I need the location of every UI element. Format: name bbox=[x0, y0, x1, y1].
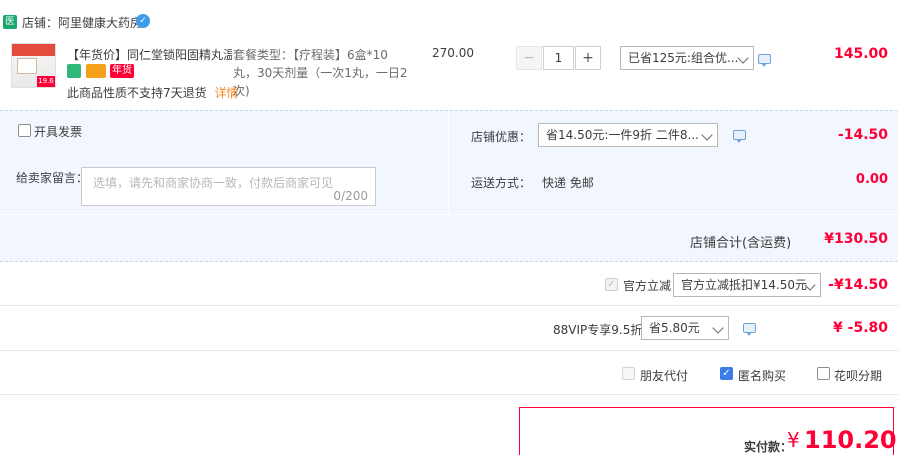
quantity-input[interactable]: 1 bbox=[543, 46, 574, 70]
comment-icon[interactable] bbox=[758, 54, 771, 67]
comment-icon[interactable] bbox=[743, 323, 756, 336]
comment-icon[interactable] bbox=[733, 130, 746, 143]
top-divider bbox=[0, 110, 898, 111]
shipping-method: 快递 免邮 bbox=[542, 176, 594, 190]
package-line-3: 次) bbox=[233, 84, 250, 98]
vip-discount-text: 省5.80元 bbox=[649, 321, 700, 335]
official-discount-amount: -¥14.50 bbox=[828, 277, 888, 293]
order-detail-panel: 开具发票 给卖家留言： 选填，请先和商家协商一致，付款后商家可见 0/200 店… bbox=[0, 110, 898, 262]
verified-badge-icon: ✓ bbox=[136, 14, 150, 28]
shop-discount-label: 店铺优惠： bbox=[471, 130, 532, 144]
increase-button[interactable]: + bbox=[575, 46, 601, 70]
shipping-amount: 0.00 bbox=[855, 172, 888, 187]
thumb-price-tag: 19.6 bbox=[37, 76, 55, 87]
invoice-label: 开具发票 bbox=[34, 125, 83, 139]
message-counter: 0/200 bbox=[333, 189, 368, 203]
official-discount-text: 官方立减抵扣¥14.50元 bbox=[681, 278, 807, 292]
section-divider bbox=[0, 214, 898, 215]
no-return-text: 此商品性质不支持7天退货 bbox=[67, 86, 207, 100]
shop-discount-amount: -14.50 bbox=[837, 127, 888, 143]
payment-currency: ¥ bbox=[787, 428, 800, 452]
decrease-button[interactable]: − bbox=[516, 46, 542, 70]
official-discount-label: 官方立减 bbox=[623, 279, 672, 293]
anonymous-checkbox[interactable]: ✓ bbox=[720, 367, 733, 380]
payment-total-value: 110.20 bbox=[804, 426, 897, 454]
unit-price: 270.00 bbox=[432, 46, 474, 60]
product-thumbnail[interactable]: 19.6 bbox=[11, 43, 56, 88]
package-info: 套餐类型：【疗程装】6盒*10 丸，30天剂量（一次1丸，一日2 次) bbox=[233, 46, 413, 100]
huabei-label: 花呗分期 bbox=[834, 369, 883, 383]
friend-pay-label: 朋友代付 bbox=[640, 369, 689, 383]
payment-total-box: 实付款： ¥ 110.20 bbox=[519, 407, 897, 455]
official-discount-select[interactable]: 官方立减抵扣¥14.50元 bbox=[673, 273, 821, 297]
card-tag-icon bbox=[86, 64, 106, 78]
shop-name-link[interactable]: 店铺：阿里健康大药房 bbox=[22, 14, 142, 31]
shop-total-label: 店铺合计(含运费) bbox=[690, 236, 792, 251]
invoice-checkbox[interactable] bbox=[18, 124, 31, 137]
shop-type-badge: 医 bbox=[3, 15, 17, 29]
package-line-2: 丸，30天剂量（一次1丸，一日2 bbox=[233, 66, 408, 80]
chevron-down-icon bbox=[701, 129, 713, 141]
friend-pay-checkbox bbox=[622, 367, 635, 380]
shipping-label: 运送方式： bbox=[471, 176, 532, 190]
official-discount-checkbox: ✓ bbox=[605, 278, 618, 291]
item-discount-text: 已省125元:组合优... bbox=[628, 51, 739, 65]
vertical-divider bbox=[448, 110, 449, 215]
no-return-notice: 此商品性质不支持7天退货 详情 bbox=[67, 84, 238, 101]
year-goods-tag: 年货 bbox=[110, 64, 134, 78]
product-title-link[interactable]: 【年货价】同仁堂锁阳固精丸温... bbox=[67, 46, 232, 63]
shop-discount-text: 省14.50元:一件9折 二件8... bbox=[546, 128, 699, 142]
thumb-red-band bbox=[12, 44, 55, 56]
official-discount-row: ✓ 官方立减 官方立减抵扣¥14.50元 -¥14.50 bbox=[0, 262, 898, 306]
vip-discount-select[interactable]: 省5.80元 bbox=[641, 316, 729, 340]
item-discount-select[interactable]: 已省125元:组合优... bbox=[620, 46, 754, 70]
anonymous-label: 匿名购买 bbox=[738, 369, 787, 383]
quantity-stepper: − 1 + bbox=[516, 46, 602, 70]
vip-discount-row: 88VIP专享9.5折 省5.80元 ¥ -5.80 bbox=[0, 306, 898, 351]
package-line-1: 套餐类型：【疗程装】6盒*10 bbox=[233, 48, 388, 62]
message-label: 给卖家留言： bbox=[16, 171, 89, 185]
cart-item-row: 19.6 【年货价】同仁堂锁阳固精丸温... 年货 此商品性质不支持7天退货 详… bbox=[0, 37, 898, 110]
payment-label: 实付款： bbox=[744, 440, 793, 454]
shop-discount-select[interactable]: 省14.50元:一件9折 二件8... bbox=[538, 123, 718, 147]
payment-options-row: 朋友代付 ✓ 匿名购买 花呗分期 bbox=[0, 351, 898, 395]
huabei-checkbox[interactable] bbox=[817, 367, 830, 380]
thumb-box bbox=[17, 58, 37, 74]
vip-discount-label: 88VIP专享9.5折 bbox=[553, 323, 643, 337]
vip-discount-amount: ¥ -5.80 bbox=[833, 320, 888, 336]
shop-total-value: ¥130.50 bbox=[824, 231, 888, 247]
message-textarea[interactable]: 选填，请先和商家协商一致，付款后商家可见 0/200 bbox=[81, 167, 376, 206]
item-subtotal: 145.00 bbox=[833, 46, 888, 62]
chevron-down-icon bbox=[737, 52, 749, 64]
chevron-down-icon bbox=[712, 322, 724, 334]
message-placeholder: 选填，请先和商家协商一致，付款后商家可见 bbox=[93, 176, 334, 190]
service-tag-icon bbox=[67, 64, 81, 78]
